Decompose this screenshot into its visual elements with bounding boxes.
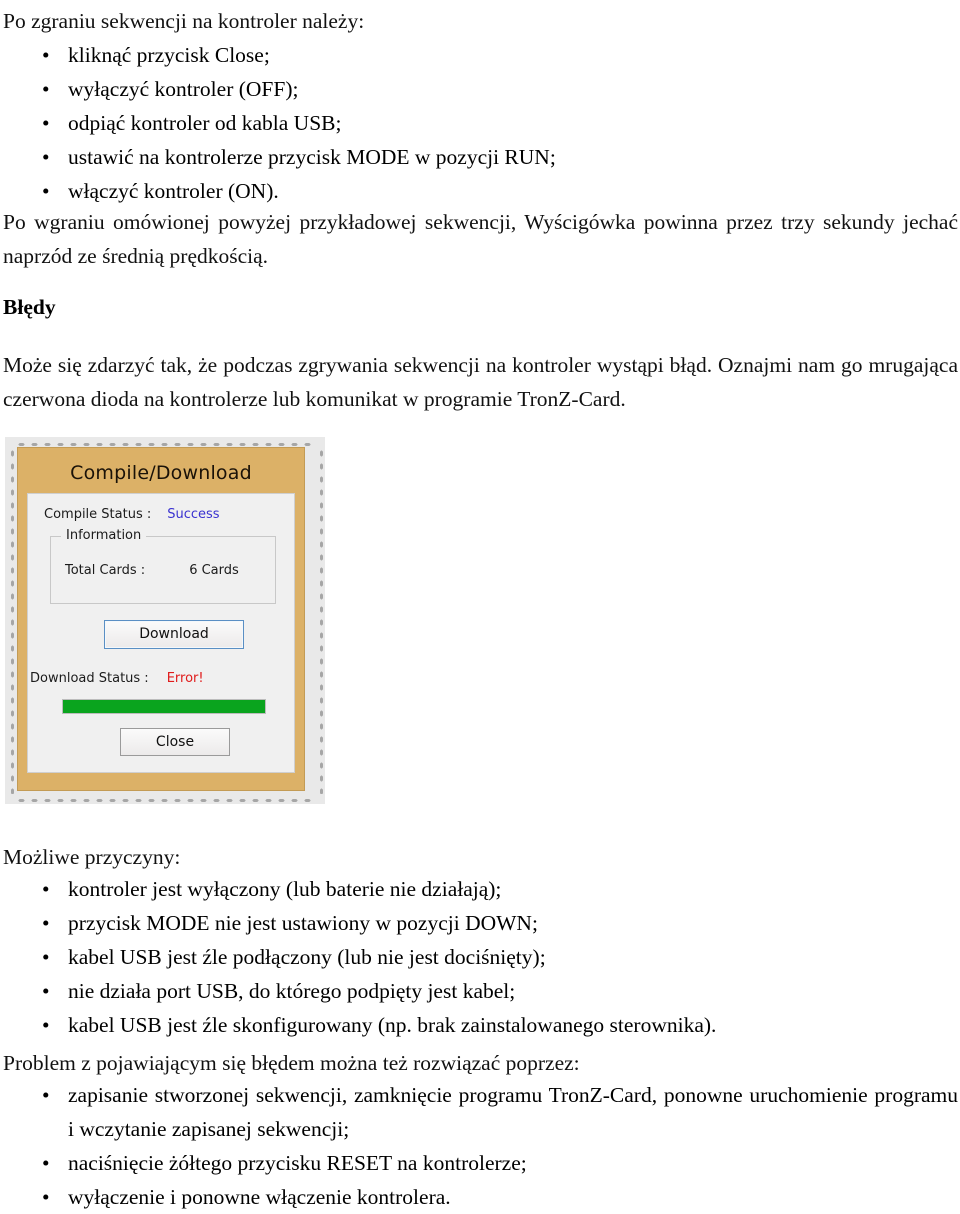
dialog-title: Compile/Download: [70, 462, 252, 484]
solutions-heading: Problem z pojawiającym się błędem można …: [3, 1051, 580, 1075]
steps-list: • kliknąć przycisk Close; • wyłączyć kon…: [42, 38, 922, 208]
bullet-icon: •: [42, 877, 50, 901]
download-status-value: Error!: [166, 671, 204, 686]
total-cards-label: Total Cards :: [65, 563, 146, 578]
bullet-icon: •: [42, 77, 50, 101]
solutions-list: • zapisanie stworzonej sekwencji, zamkni…: [42, 1078, 958, 1214]
causes-heading: Możliwe przyczyny:: [3, 845, 181, 869]
bullet-icon: •: [42, 1151, 50, 1175]
list-item-label: odpiąć kontroler od kabla USB;: [68, 111, 342, 135]
list-item: • kliknąć przycisk Close;: [42, 38, 922, 72]
list-item-label: przycisk MODE nie jest ustawiony w pozyc…: [68, 911, 538, 935]
list-item-label: włączyć kontroler (ON).: [68, 179, 279, 203]
compile-download-screenshot: Compile/Download Compile Status : Success…: [5, 437, 325, 804]
errors-heading: Błędy: [3, 295, 56, 319]
download-status-label: Download Status :: [30, 671, 149, 686]
list-item: • kabel USB jest źle podłączony (lub nie…: [42, 940, 922, 974]
list-item-label: kliknąć przycisk Close;: [68, 43, 270, 67]
paragraph-after-steps: Po wgraniu omówionej powyżej przykładowe…: [3, 210, 958, 268]
bullet-icon: •: [42, 1185, 50, 1209]
list-item: • wyłączenie i ponowne włączenie kontrol…: [42, 1180, 958, 1214]
list-item: • kabel USB jest źle skonfigurowany (np.…: [42, 1008, 922, 1042]
close-button[interactable]: Close: [120, 728, 230, 756]
bullet-icon: •: [42, 179, 50, 203]
list-item-label: wyłączyć kontroler (OFF);: [68, 77, 299, 101]
total-cards-value: 6 Cards: [189, 563, 239, 578]
list-item: • wyłączyć kontroler (OFF);: [42, 72, 922, 106]
list-item: • odpiąć kontroler od kabla USB;: [42, 106, 922, 140]
bullet-icon: •: [42, 945, 50, 969]
compile-status-label: Compile Status :: [44, 507, 152, 522]
download-button[interactable]: Download: [104, 620, 244, 649]
errors-paragraph: Może się zdarzyć tak, że podczas zgrywan…: [3, 353, 958, 411]
intro-line: Po zgraniu sekwencji na kontroler należy…: [3, 9, 365, 33]
list-item: • zapisanie stworzonej sekwencji, zamkni…: [42, 1078, 958, 1146]
list-item: • nie działa port USB, do którego podpię…: [42, 974, 922, 1008]
dialog-body: Compile Status : Success Information Tota…: [27, 493, 295, 773]
compile-download-dialog: Compile/Download Compile Status : Success…: [17, 447, 305, 791]
ruler-bottom-icon: [15, 795, 315, 802]
bullet-icon: •: [42, 1083, 50, 1107]
bullet-icon: •: [42, 1013, 50, 1037]
list-item-label: naciśnięcie żółtego przycisku RESET na k…: [68, 1151, 527, 1175]
download-status-row: Download Status : Error!: [30, 671, 204, 686]
progress-fill: [63, 700, 265, 713]
bullet-icon: •: [42, 111, 50, 135]
list-item-label: ustawić na kontrolerze przycisk MODE w p…: [68, 145, 556, 169]
total-cards-row: Total Cards : 6 Cards: [65, 563, 239, 578]
bullet-icon: •: [42, 145, 50, 169]
list-item-label: nie działa port USB, do którego podpięty…: [68, 979, 516, 1003]
bullet-icon: •: [42, 979, 50, 1003]
information-groupbox: Information Total Cards : 6 Cards: [50, 528, 276, 604]
list-item: • włączyć kontroler (ON).: [42, 174, 922, 208]
bullet-icon: •: [42, 43, 50, 67]
list-item: • naciśnięcie żółtego przycisku RESET na…: [42, 1146, 958, 1180]
causes-list: • kontroler jest wyłączony (lub baterie …: [42, 872, 922, 1042]
list-item: • kontroler jest wyłączony (lub baterie …: [42, 872, 922, 906]
ruler-left-icon: [7, 447, 14, 794]
list-item-label: zapisanie stworzonej sekwencji, zamknięc…: [68, 1083, 958, 1141]
list-item-label: wyłączenie i ponowne włączenie kontroler…: [68, 1185, 451, 1209]
list-item: • ustawić na kontrolerze przycisk MODE w…: [42, 140, 922, 174]
document-page: Po zgraniu sekwencji na kontroler należy…: [0, 0, 960, 1209]
list-item-label: kabel USB jest źle podłączony (lub nie j…: [68, 945, 546, 969]
bullet-icon: •: [42, 911, 50, 935]
ruler-right-icon: [316, 447, 323, 794]
list-item-label: kontroler jest wyłączony (lub baterie ni…: [68, 877, 502, 901]
list-item: • przycisk MODE nie jest ustawiony w poz…: [42, 906, 922, 940]
download-progress-bar: [62, 699, 266, 714]
compile-status-row: Compile Status : Success: [42, 504, 280, 522]
information-legend: Information: [61, 528, 147, 543]
compile-status-value: Success: [167, 507, 220, 522]
ruler-top-icon: [15, 439, 315, 446]
list-item-label: kabel USB jest źle skonfigurowany (np. b…: [68, 1013, 717, 1037]
